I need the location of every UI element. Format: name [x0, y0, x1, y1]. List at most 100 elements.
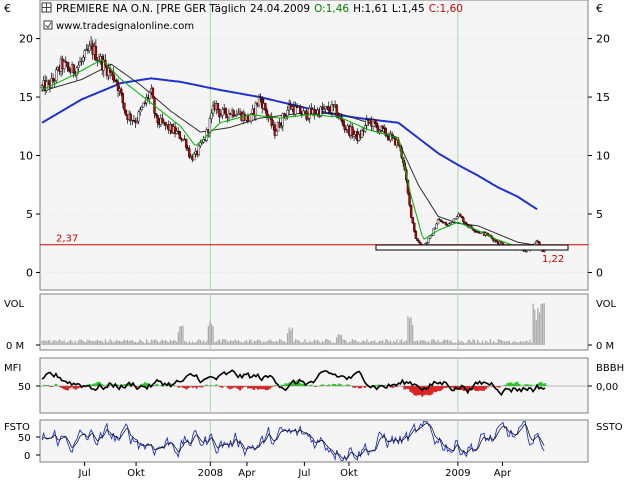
mfi-histogram-bar: [61, 386, 63, 388]
candle-body: [84, 51, 86, 58]
candle-body: [179, 131, 181, 138]
mfi-histogram-bar: [409, 386, 411, 392]
mfi-histogram-bar: [184, 386, 186, 388]
price-tick-label-right: 5: [596, 208, 603, 221]
mfi-histogram-bar: [360, 386, 362, 388]
candle-body: [428, 238, 430, 242]
svg-text:PREMIERE NA O.N. [PRE GERTägli: PREMIERE NA O.N. [PRE GERTäglich24.04.20…: [56, 3, 463, 15]
mfi-histogram-bar: [247, 386, 249, 388]
mfi-histogram-bar: [510, 383, 512, 386]
candle-body: [198, 146, 200, 155]
mfi-histogram-bar: [69, 386, 71, 388]
volume-title-left: VOL: [4, 299, 25, 310]
volume-zero-right: 0 M: [596, 341, 614, 352]
mfi-histogram-bar: [237, 386, 239, 389]
stochastic-title: FSTO: [4, 422, 30, 433]
candle-body: [275, 131, 277, 135]
mfi-title: MFI: [4, 363, 21, 374]
x-axis-tick-label: Okt: [340, 468, 358, 479]
candle-body: [89, 46, 91, 51]
mfi-histogram-bar: [437, 386, 439, 391]
candle-body: [139, 110, 141, 112]
mfi-histogram-bar: [267, 386, 269, 390]
mfi-histogram-bar: [407, 386, 409, 389]
candle-body: [46, 81, 48, 90]
mfi-histogram-bar: [94, 383, 96, 386]
candle-body: [466, 223, 468, 225]
mfi-histogram-bar: [92, 384, 94, 386]
mfi-histogram-bar: [231, 386, 233, 389]
mfi-histogram-bar: [67, 386, 69, 390]
x-axis-tick-label: 2009: [445, 468, 470, 479]
mfi-histogram-bar: [195, 386, 197, 389]
candle-body: [95, 46, 97, 60]
mfi-right-title: BBBH: [596, 363, 624, 374]
mfi-histogram-bar: [63, 386, 65, 389]
candle-body: [63, 61, 65, 68]
reference-line-label: 2,37: [56, 234, 78, 245]
mfi-histogram-bar: [435, 386, 437, 392]
ohlc-high: H:1,61: [353, 3, 388, 15]
mfi-histogram-bar: [65, 386, 67, 390]
candle-body: [412, 217, 414, 223]
currency-right: €: [596, 2, 603, 15]
candle-body: [264, 103, 266, 110]
mfi-histogram-bar: [269, 386, 271, 389]
mfi-histogram-bar: [483, 386, 485, 391]
candle-body: [415, 231, 417, 238]
candle-body: [120, 89, 122, 93]
mfi-histogram-bar: [253, 386, 255, 390]
mfi-histogram-bar: [544, 383, 546, 386]
candle-body: [220, 115, 222, 117]
mfi-histogram-bar: [485, 386, 487, 389]
mfi-histogram-bar: [239, 386, 241, 390]
chart-date: 24.04.2009: [250, 3, 310, 15]
mfi-tick-50-label: 50: [18, 382, 31, 393]
price-tick-label-right: 10: [596, 150, 610, 163]
candle-body: [141, 107, 143, 110]
mfi-histogram-bar: [338, 384, 340, 386]
candle-body: [247, 115, 249, 121]
mfi-histogram-bar: [506, 383, 508, 386]
chart-window: PREMIERE NA O.N. [PRE GERTäglich24.04.20…: [0, 0, 640, 480]
mfi-histogram-bar: [431, 386, 433, 394]
price-tick-label-left: 5: [26, 208, 33, 221]
price-tick-label-right: 15: [596, 91, 610, 104]
candle-body: [211, 113, 213, 119]
mfi-histogram-bar: [358, 386, 360, 388]
stochastic-tick-50-label: 50: [18, 433, 31, 444]
candle-body: [152, 88, 154, 98]
currency-left: €: [4, 2, 11, 15]
candle-body: [416, 239, 418, 241]
candle-body: [445, 223, 447, 225]
mfi-histogram-bar: [415, 386, 417, 396]
ohlc-close: C:1,60: [429, 3, 463, 15]
mfi-histogram-bar: [75, 386, 77, 390]
watermark-icon: [44, 21, 52, 29]
price-tick-label-right: 0: [596, 266, 603, 279]
mfi-right-tick-label: 0,00: [596, 382, 618, 393]
ohlc-low: L:1,45: [392, 3, 425, 15]
candle-body: [68, 67, 70, 71]
candle-body: [149, 92, 151, 98]
mfi-histogram-bar: [300, 384, 302, 386]
ohlc-open: O:1,46: [314, 3, 349, 15]
candle-body: [313, 109, 315, 114]
mfi-histogram-bar: [332, 384, 334, 386]
chart-menu-icon[interactable]: [42, 3, 51, 12]
stochastic-tick-0-label: 0: [24, 451, 30, 462]
candle-body: [336, 105, 338, 117]
mfi-histogram-bar: [144, 382, 146, 386]
mfi-histogram-bar: [405, 386, 407, 389]
mfi-histogram-bar: [433, 386, 435, 392]
price-tick-label-right: 20: [596, 33, 610, 46]
mfi-histogram-bar: [73, 386, 75, 389]
candle-body: [344, 125, 346, 129]
candle-body: [418, 241, 420, 243]
mfi-histogram-bar: [255, 386, 257, 388]
candle-body: [130, 114, 132, 120]
mfi-histogram-bar: [429, 386, 431, 395]
mfi-histogram-bar: [518, 384, 520, 386]
candle-body: [77, 65, 79, 67]
mfi-histogram-bar: [229, 386, 231, 389]
